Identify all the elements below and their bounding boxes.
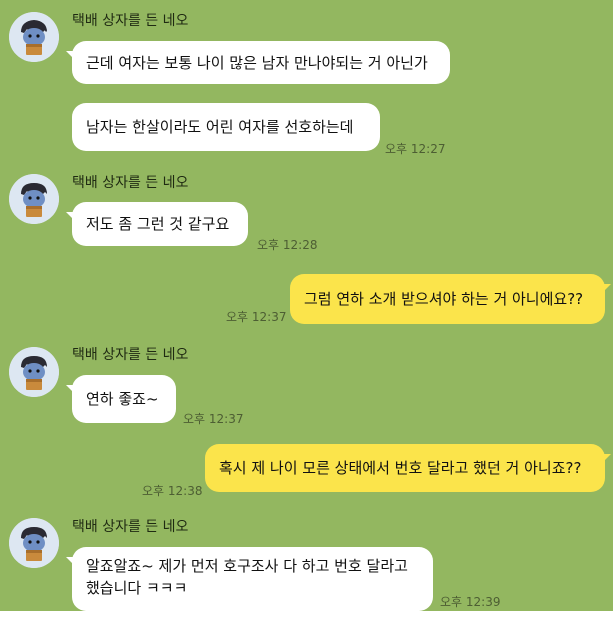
message-timestamp: 오후 12:38: [142, 484, 203, 498]
profile-avatar[interactable]: [9, 174, 59, 224]
neo-character-icon: [9, 347, 59, 397]
profile-avatar[interactable]: [9, 12, 59, 62]
message-bubble[interactable]: 알죠알죠~ 제가 먼저 호구조사 다 하고 번호 달라고 했습니다 ㅋㅋㅋ: [66, 547, 433, 611]
neo-character-icon: [9, 174, 59, 224]
message-timestamp: 오후 12:39: [440, 595, 501, 609]
message-timestamp: 오후 12:37: [226, 310, 287, 324]
sender-name: 택배 상자를 든 네오: [72, 13, 189, 29]
neo-character-icon: [9, 518, 59, 568]
message-bubble-outgoing[interactable]: 혹시 제 나이 모른 상태에서 번호 달라고 했던 거 아니죠??: [205, 444, 611, 492]
message-bubble-outgoing[interactable]: 그럼 연하 소개 받으셔야 하는 거 아니에요??: [290, 274, 611, 324]
profile-avatar[interactable]: [9, 518, 59, 568]
neo-character-icon: [9, 12, 59, 62]
message-bubble[interactable]: 근데 여자는 보통 나이 많은 남자 만나야되는 거 아닌가: [66, 41, 450, 84]
chat-area: 택배 상자를 든 네오 근데 여자는 보통 나이 많은 남자 만나야되는 거 아…: [0, 0, 613, 618]
message-timestamp: 오후 12:37: [183, 412, 244, 426]
sender-name: 택배 상자를 든 네오: [72, 175, 189, 191]
message-timestamp: 오후 12:27: [385, 142, 446, 156]
profile-avatar[interactable]: [9, 347, 59, 397]
message-timestamp: 오후 12:28: [257, 238, 318, 252]
bottom-edge: [0, 611, 613, 618]
sender-name: 택배 상자를 든 네오: [72, 519, 189, 535]
message-bubble[interactable]: 남자는 한살이라도 어린 여자를 선호하는데: [72, 103, 380, 151]
message-bubble[interactable]: 저도 좀 그런 것 같구요: [66, 202, 248, 246]
sender-name: 택배 상자를 든 네오: [72, 347, 189, 363]
message-bubble[interactable]: 연하 좋죠~: [66, 375, 176, 423]
